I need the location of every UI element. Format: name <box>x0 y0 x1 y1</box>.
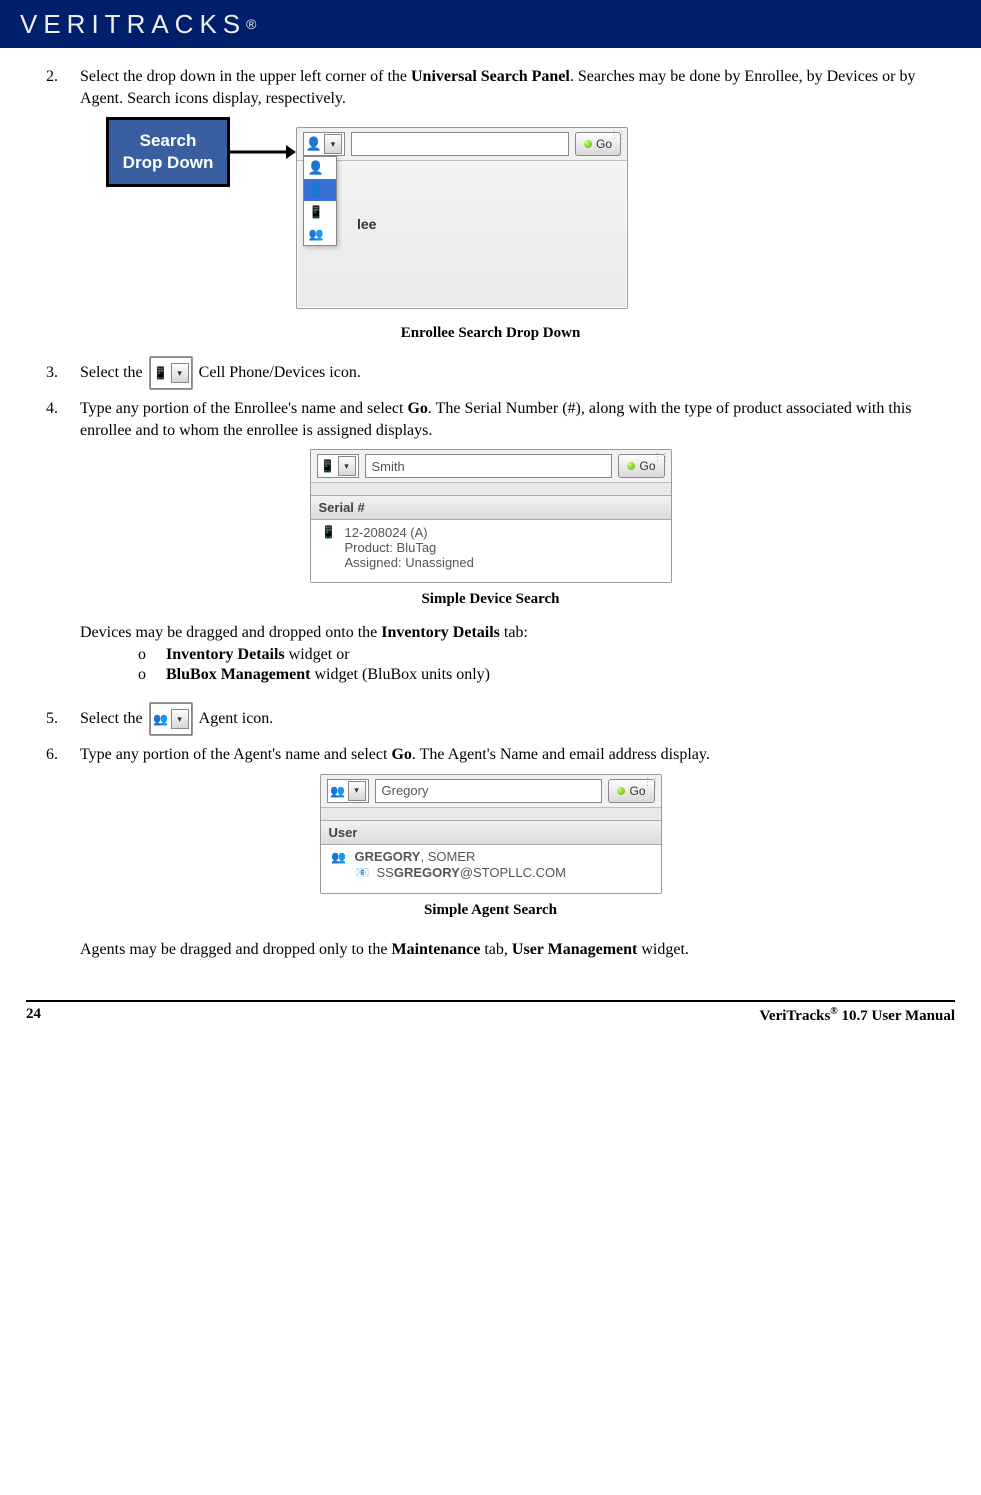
go-dot-icon <box>617 787 625 795</box>
search-type-dropdown[interactable]: ▾ <box>303 132 345 156</box>
step-6-note: Agents may be dragged and dropped only t… <box>80 939 935 961</box>
search-input[interactable]: Smith <box>365 454 613 478</box>
search-input[interactable] <box>351 132 569 156</box>
chevron-down-icon[interactable]: ▾ <box>348 781 366 801</box>
result-row[interactable]: 12-208024 (A) Product: BluTag Assigned: … <box>311 520 671 582</box>
arrow-icon <box>230 137 296 167</box>
option-enrollee[interactable] <box>304 157 336 179</box>
page-number: 24 <box>26 1006 41 1025</box>
inline-device-dropdown: ▾ <box>149 356 193 390</box>
search-type-dropdown[interactable]: ▾ <box>327 779 369 803</box>
brand-name: VERITRACKS <box>20 9 246 40</box>
go-dot-icon <box>627 462 635 470</box>
step-4-sublist: o Inventory Details widget or o BluBox M… <box>138 646 935 684</box>
results-header: User <box>321 820 661 845</box>
step-6: 6. Type any portion of the Agent's name … <box>46 744 935 766</box>
go-dot-icon <box>584 140 592 148</box>
caption-3: Simple Agent Search <box>46 902 935 919</box>
step-5: 5. Select the ▾ Agent icon. <box>46 702 935 736</box>
partial-text: lee <box>357 216 376 232</box>
chevron-down-icon[interactable]: ▾ <box>324 134 342 154</box>
resize-grip-icon: ⋮⋮ <box>643 777 659 788</box>
enrollee-icon <box>306 136 322 152</box>
enrollee-icon <box>308 182 324 198</box>
step-4-note: Devices may be dragged and dropped onto … <box>80 622 935 644</box>
step-4: 4. Type any portion of the Enrollee's na… <box>46 398 935 441</box>
agent-icon <box>308 226 324 242</box>
resize-grip-icon: ⋮⋮ <box>653 452 669 463</box>
caption-1: Enrollee Search Drop Down <box>46 325 935 342</box>
brand-registered: ® <box>246 16 256 32</box>
figure-enrollee-dropdown: ⋮⋮ ▾ Go <box>296 117 626 317</box>
search-input[interactable]: Gregory <box>375 779 603 803</box>
agent-icon <box>153 711 169 727</box>
device-icon <box>320 458 336 474</box>
chevron-down-icon: ▾ <box>171 709 189 729</box>
search-type-dropdown[interactable]: ▾ <box>317 454 359 478</box>
option-device[interactable] <box>304 201 336 223</box>
manual-title: VeriTracks® 10.7 User Manual <box>759 1006 955 1025</box>
option-enrollee-selected[interactable] <box>304 179 336 201</box>
option-agent[interactable] <box>304 223 336 245</box>
inline-agent-dropdown: ▾ <box>149 702 193 736</box>
step-number: 2. <box>46 66 80 109</box>
chevron-down-icon: ▾ <box>171 363 189 383</box>
email-icon <box>355 865 371 881</box>
step-3: 3. Select the ▾ Cell Phone/Devices icon. <box>46 356 935 390</box>
brand-header: VERITRACKS® <box>0 0 981 48</box>
device-icon <box>321 524 337 540</box>
step-2: 2. Select the drop down in the upper lef… <box>46 66 935 109</box>
chevron-down-icon[interactable]: ▾ <box>338 456 356 476</box>
device-icon <box>308 204 324 220</box>
resize-grip-icon: ⋮⋮ <box>609 130 625 141</box>
agent-icon <box>331 849 347 865</box>
figure-device-search: ⋮⋮ ▾ Smith Go Serial # <box>310 449 672 583</box>
callout-search-dropdown: Search Drop Down <box>106 117 230 187</box>
page-footer: 24 VeriTracks® 10.7 User Manual <box>26 1000 955 1025</box>
result-row[interactable]: GREGORY, SOMER SSGREGORY@STOPLLC.COM <box>321 845 661 893</box>
agent-icon <box>330 783 346 799</box>
enrollee-icon <box>308 160 324 176</box>
device-icon <box>153 365 169 381</box>
results-header: Serial # <box>311 495 671 520</box>
caption-2: Simple Device Search <box>46 591 935 608</box>
figure-agent-search: ⋮⋮ ▾ Gregory Go User <box>320 774 662 894</box>
search-type-options <box>303 156 337 246</box>
